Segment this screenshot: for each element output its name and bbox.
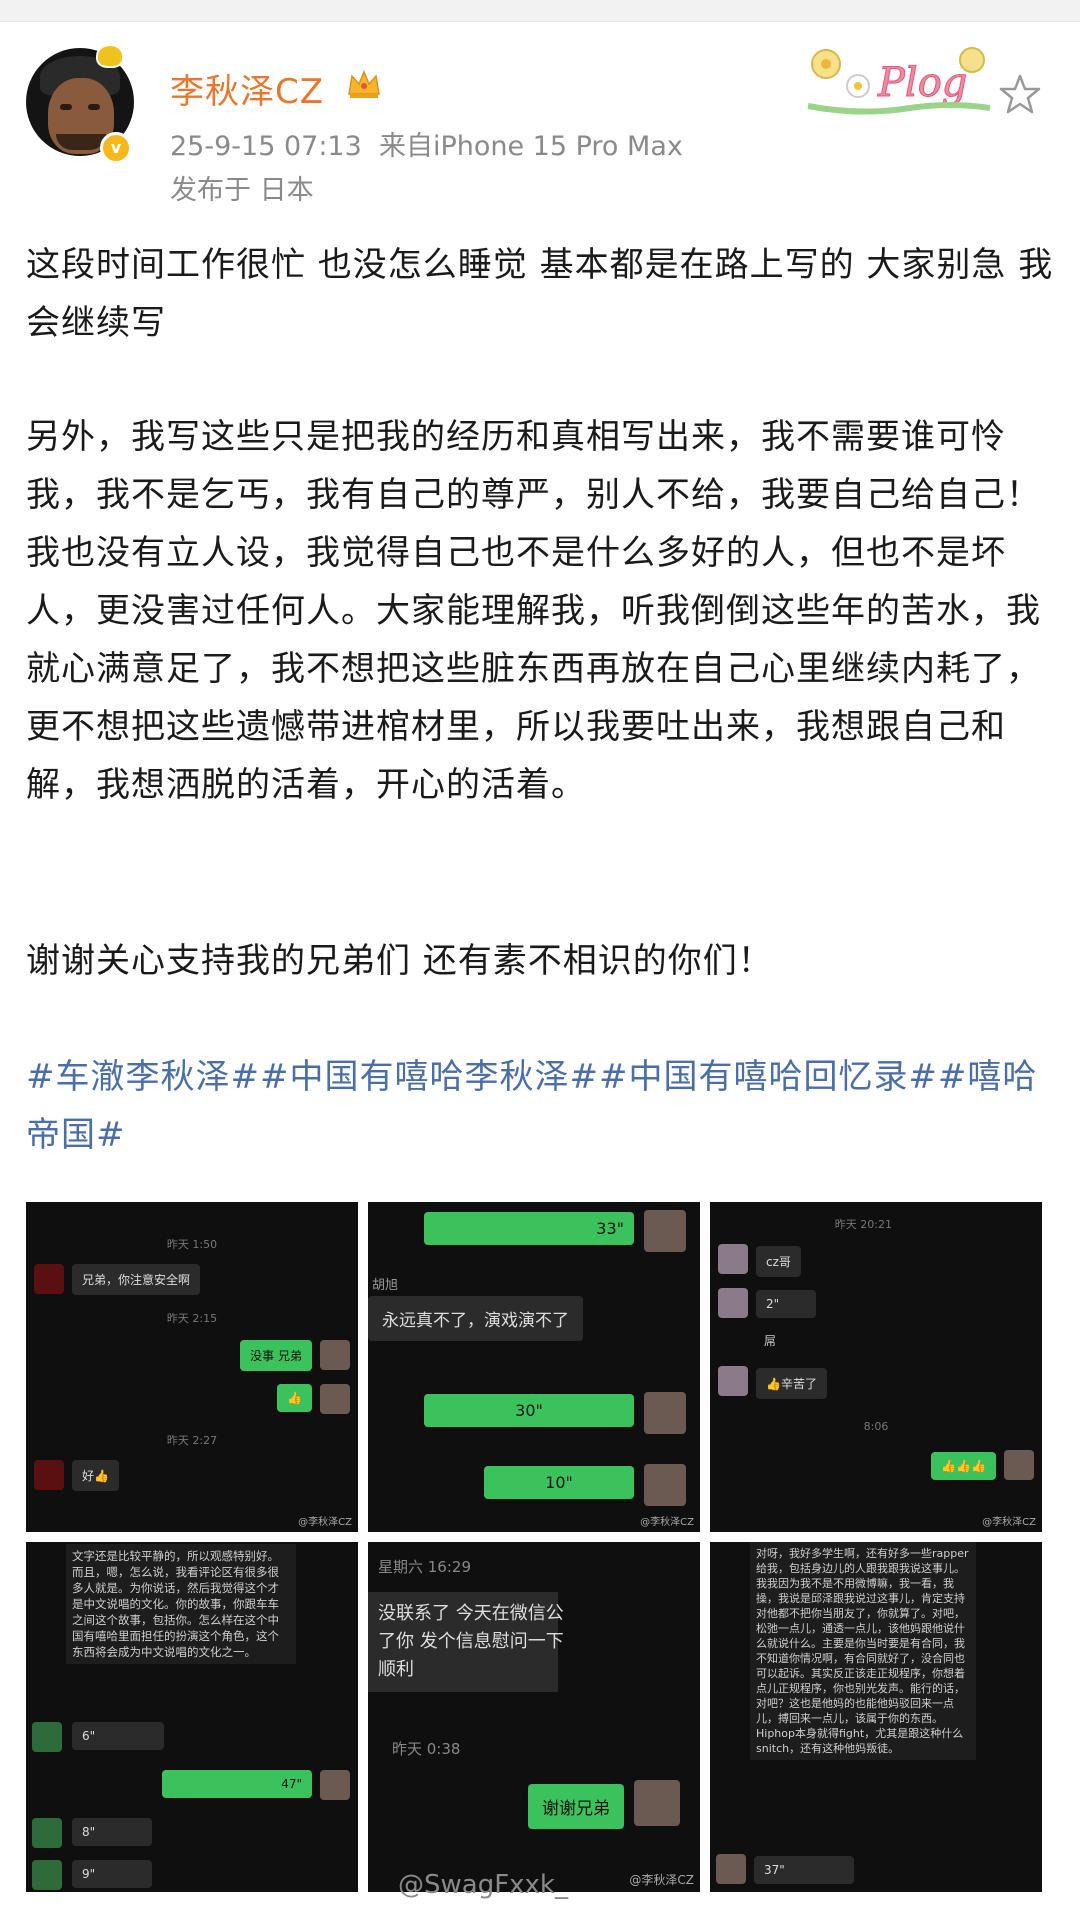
avatar: [320, 1384, 350, 1414]
chat-screenshot-6[interactable]: 对呀，我好多学生啊，还有好多一些rapper给我，包括身边儿的人跟我跟我说这事儿…: [710, 1542, 1042, 1892]
footer-watermark: @SwagFxxk_: [398, 1870, 568, 1900]
post-timestamp: 25-9-15 07:13: [170, 131, 362, 162]
voice-message: 47": [162, 1770, 312, 1798]
voice-message: 8": [72, 1818, 152, 1846]
avatar: [644, 1464, 686, 1506]
post-meta: 25-9-15 07:13 来自iPhone 15 Pro Max: [170, 124, 683, 163]
chat-message: 没事 兄弟: [240, 1340, 312, 1371]
snail-sticker-icon: [96, 44, 124, 68]
chat-screenshot-2[interactable]: 33" 胡旭 永远真不了，演戏演不了 30" 10" @李秋泽CZ: [368, 1202, 700, 1532]
transcribed-text: 文字还是比较平静的，所以观感特别好。而且，嗯，怎么说，我看评论区有很多很多人就是…: [66, 1544, 296, 1664]
chat-time: 8:06: [863, 1420, 889, 1433]
avatar: [634, 1780, 680, 1826]
avatar: [1004, 1450, 1034, 1480]
chat-screenshot-1[interactable]: 昨天 1:50 兄弟，你注意安全啊 昨天 2:15 没事 兄弟 👍 昨天 2:2…: [26, 1202, 358, 1532]
voice-message: 37": [754, 1856, 854, 1884]
image-grid: 昨天 1:50 兄弟，你注意安全啊 昨天 2:15 没事 兄弟 👍 昨天 2:2…: [26, 1202, 1042, 1892]
chat-message: 谢谢兄弟: [528, 1784, 624, 1829]
transcribed-text: 对呀，我好多学生啊，还有好多一些rapper给我，包括身边儿的人跟我跟我说这事儿…: [750, 1542, 976, 1760]
avatar: [716, 1854, 746, 1884]
post-paragraph-2: 另外，我写这些只是把我的经历和真相写出来，我不需要谁可怜我，我不是乞丐，我有自己…: [26, 417, 1041, 805]
post-paragraph-3: 谢谢关心支持我的兄弟们 还有素不相识的你们！: [26, 941, 773, 981]
voice-message: 10": [484, 1466, 634, 1499]
top-divider: [0, 0, 1080, 22]
hashtags[interactable]: #车澈李秋泽##中国有嘻哈李秋泽##中国有嘻哈回忆录##嘻哈帝国#: [26, 1048, 1056, 1164]
chat-message: cz哥: [756, 1246, 801, 1277]
avatar: [718, 1366, 748, 1396]
star-favorite-icon[interactable]: [998, 72, 1042, 116]
chat-message: 👍👍👍: [931, 1452, 996, 1480]
chat-message: 永远真不了，演戏演不了: [368, 1296, 583, 1341]
avatar: [32, 1722, 62, 1752]
avatar: [644, 1210, 686, 1252]
chat-time: 昨天 2:15: [166, 1312, 218, 1325]
voice-message: 6": [72, 1722, 164, 1750]
plog-sticker-icon: Plog: [807, 47, 991, 115]
chat-screenshot-5[interactable]: 星期六 16:29 没联系了 今天在微信公 了你 发个信息慰问一下 顺利 昨天 …: [368, 1542, 700, 1892]
avatar: [644, 1392, 686, 1434]
avatar: [34, 1264, 64, 1294]
image-watermark: @李秋泽CZ: [640, 1517, 694, 1528]
chat-time: 昨天 0:38: [392, 1740, 461, 1758]
post-source: 来自iPhone 15 Pro Max: [378, 131, 683, 162]
plog-text: Plog: [877, 60, 967, 106]
chat-message: 屌: [764, 1334, 777, 1348]
chat-message: 👍辛苦了: [756, 1368, 827, 1399]
crown-icon: [348, 70, 380, 98]
voice-message: 33": [424, 1212, 634, 1245]
username[interactable]: 李秋泽CZ: [170, 64, 324, 113]
chat-message: 没联系了 今天在微信公 了你 发个信息慰问一下 顺利: [368, 1592, 564, 1692]
avatar: [32, 1818, 62, 1848]
chat-time: 星期六 16:29: [378, 1558, 471, 1576]
avatar: [32, 1860, 62, 1890]
post-paragraph-1: 这段时间工作很忙 也没怎么睡觉 基本都是在路上写的 大家别急 我会继续写: [26, 245, 1054, 343]
sender-name: 胡旭: [372, 1278, 399, 1293]
chat-message: 好👍: [72, 1460, 119, 1491]
voice-message: 9": [72, 1860, 152, 1888]
image-watermark: @李秋泽CZ: [298, 1517, 352, 1528]
chat-message: 兄弟，你注意安全啊: [72, 1264, 201, 1295]
chat-time: 昨天 20:21: [834, 1218, 892, 1231]
avatar: [718, 1244, 748, 1274]
avatar: [34, 1460, 64, 1490]
chat-time: 昨天 1:50: [166, 1238, 218, 1251]
avatar: [320, 1770, 350, 1800]
voice-message: 2": [756, 1290, 816, 1318]
chat-time: 昨天 2:27: [166, 1434, 218, 1447]
post-location: 发布于 日本: [170, 175, 314, 206]
avatar: [718, 1288, 748, 1318]
image-watermark: @李秋泽CZ: [982, 1517, 1036, 1528]
verified-badge-icon: v: [100, 132, 132, 164]
image-watermark: @李秋泽CZ: [629, 1873, 694, 1887]
avatar: [320, 1340, 350, 1370]
chat-screenshot-4[interactable]: 文字还是比较平静的，所以观感特别好。而且，嗯，怎么说，我看评论区有很多很多人就是…: [26, 1542, 358, 1892]
chat-screenshot-3[interactable]: 昨天 20:21 cz哥 2" 屌 👍辛苦了 8:06 👍👍👍 @李秋泽CZ: [710, 1202, 1042, 1532]
voice-message: 30": [424, 1394, 634, 1427]
chat-message: 👍: [277, 1384, 312, 1412]
